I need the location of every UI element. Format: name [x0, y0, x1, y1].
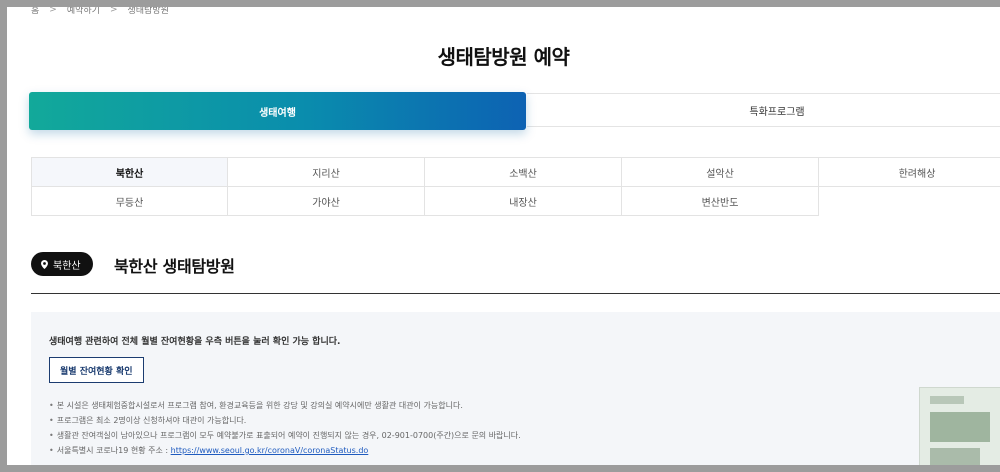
notice-item-corona: 서울특별시 코로나19 현황 주소 : https://www.seoul.go…: [49, 443, 521, 458]
chevron-right-icon: >: [109, 7, 118, 15]
main-tabs: 특화프로그램 생태여행: [29, 92, 1000, 130]
tab-special-program[interactable]: 특화프로그램: [527, 93, 1000, 127]
corona-status-link[interactable]: https://www.seoul.go.kr/coronaV/coronaSt…: [171, 446, 369, 455]
mountain-tab-bukhansan[interactable]: 북한산: [31, 158, 228, 187]
breadcrumb-reservation[interactable]: 예약하기: [67, 7, 100, 16]
info-box: 생태여행 관련하여 전체 월별 잔여현황을 우측 버튼을 눌러 확인 가능 합니…: [31, 312, 1000, 465]
info-description: 생태여행 관련하여 전체 월별 잔여현황을 우측 버튼을 눌러 확인 가능 합니…: [49, 337, 341, 347]
mountain-row: 무등산 가야산 내장산 변산반도: [31, 187, 1000, 216]
mountain-empty-cell: [819, 187, 1000, 216]
tab-eco-travel[interactable]: 생태여행: [29, 92, 526, 130]
chevron-right-icon: >: [49, 7, 57, 15]
notice-item: 생활관 잔여객실이 남아있으나 프로그램이 모두 예약불가로 표출되어 예약이 …: [49, 428, 521, 443]
page: 홈 > 예약하기 > 생태탐방원 생태탐방원 예약 특화프로그램 생태여행 북한…: [7, 7, 1000, 465]
mountain-selector: 북한산 지리산 소백산 설악산 한려해상 무등산 가야산 내장산 변산반도: [31, 157, 1000, 216]
overlay-thumbnail: [919, 387, 1000, 465]
location-badge: 북한산: [31, 252, 93, 276]
location-pin-icon: [41, 259, 48, 269]
page-title: 생태탐방원 예약: [437, 45, 570, 69]
breadcrumb: 홈 > 예약하기 > 생태탐방원: [31, 7, 169, 16]
mountain-tab-mudeungsan[interactable]: 무등산: [31, 187, 228, 216]
location-badge-label: 북한산: [53, 260, 81, 272]
notice-list: 본 시설은 생태체험중합시설로서 프로그램 참여, 환경교육등을 위한 강당 및…: [49, 398, 521, 458]
section-divider: [31, 293, 1000, 294]
notice-item: 본 시설은 생태체험중합시설로서 프로그램 참여, 환경교육등을 위한 강당 및…: [49, 398, 521, 413]
mountain-tab-jirisan[interactable]: 지리산: [228, 158, 425, 187]
mountain-tab-byeonsanbando[interactable]: 변산반도: [622, 187, 819, 216]
corona-label: 서울특별시 코로나19 현황 주소 :: [56, 446, 171, 455]
mountain-tab-gayasan[interactable]: 가야산: [228, 187, 425, 216]
mountain-tab-naejangsan[interactable]: 내장산: [425, 187, 622, 216]
monthly-availability-button[interactable]: 월별 잔여현황 확인: [49, 357, 144, 383]
mountain-row: 북한산 지리산 소백산 설악산 한려해상: [31, 158, 1000, 187]
section-title: 북한산 생태탐방원: [114, 257, 235, 276]
mountain-tab-sobaeksan[interactable]: 소백산: [425, 158, 622, 187]
breadcrumb-current: 생태탐방원: [127, 7, 169, 16]
mountain-tab-seoraksan[interactable]: 설악산: [622, 158, 819, 187]
notice-item: 프로그램은 최소 2명이상 신청하셔야 대관이 가능합니다.: [49, 413, 521, 428]
breadcrumb-home[interactable]: 홈: [31, 7, 39, 16]
mountain-tab-hallyeohaesang[interactable]: 한려해상: [819, 158, 1000, 187]
